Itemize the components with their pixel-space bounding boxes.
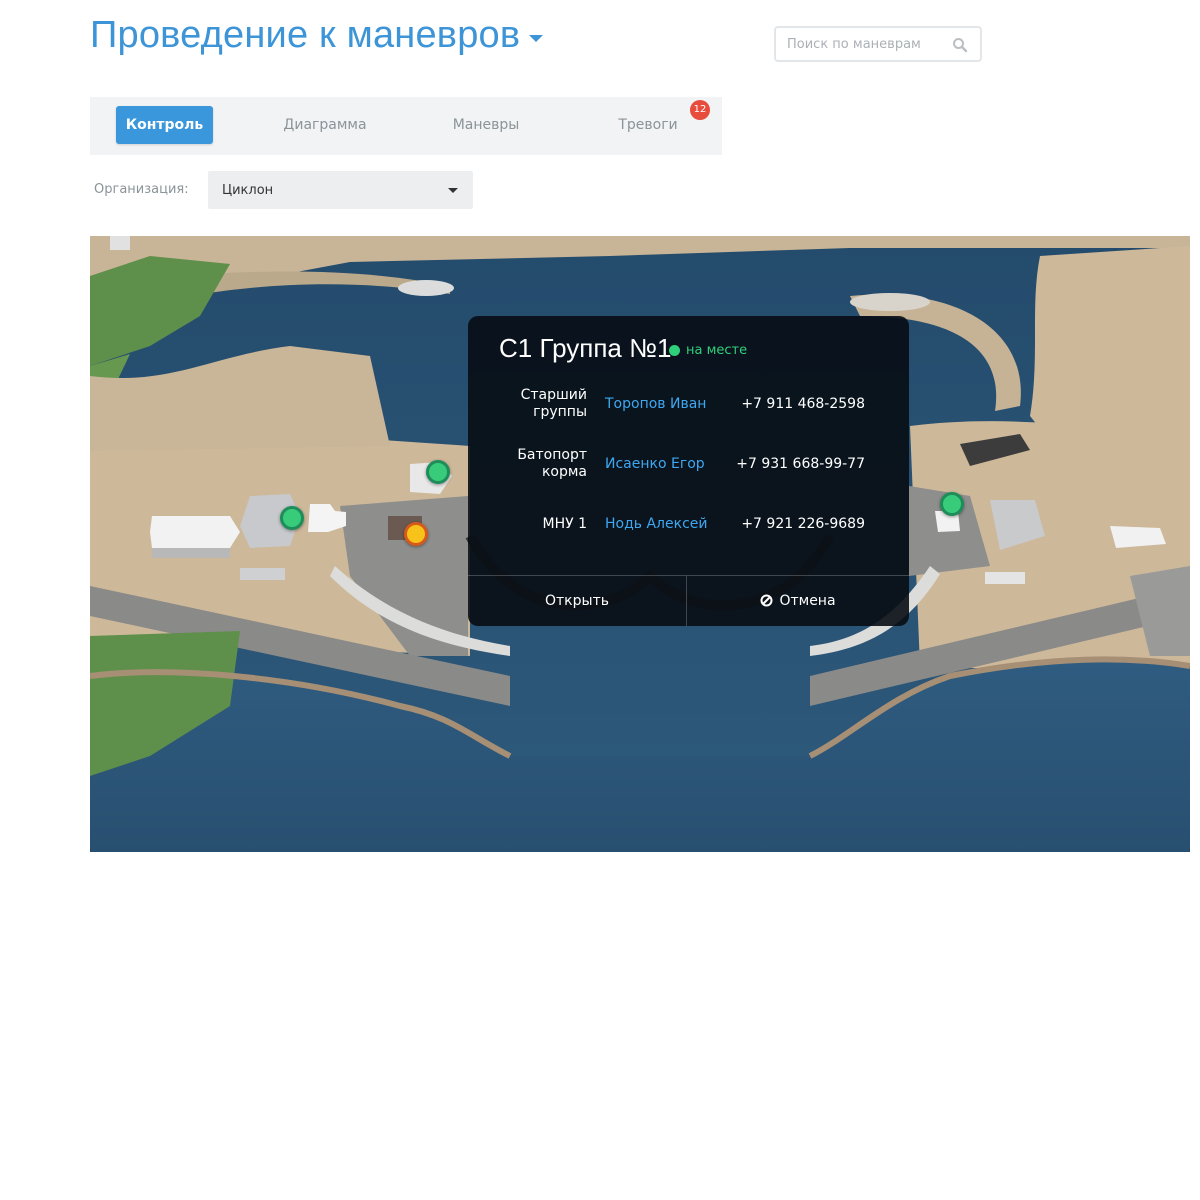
- member-role: Батопорт корма: [517, 447, 587, 480]
- page-title[interactable]: Проведение к маневров: [90, 14, 544, 57]
- map-marker-ok[interactable]: [940, 492, 964, 516]
- organization-label: Организация:: [94, 182, 189, 197]
- member-role: МНУ 1: [542, 516, 588, 532]
- tab-alarms[interactable]: Тревоги: [598, 106, 698, 144]
- group-info-popup: С1 Группа №1 на месте Старший группы Тор…: [468, 316, 909, 626]
- chevron-down-icon[interactable]: [529, 35, 544, 42]
- search-input[interactable]: [785, 35, 949, 53]
- status-dot-icon: [669, 345, 680, 356]
- member-phone: +7 931 668-99-77: [736, 456, 865, 472]
- member-row: Старший группы Торопов Иван +7 911 468-2…: [468, 382, 909, 426]
- map-marker-ok[interactable]: [280, 506, 304, 530]
- open-button[interactable]: Открыть: [468, 576, 686, 626]
- map-view[interactable]: С1 Группа №1 на месте Старший группы Тор…: [90, 236, 1190, 852]
- ban-icon: [760, 594, 773, 607]
- organization-select[interactable]: Циклон: [208, 171, 473, 209]
- map-marker-warning[interactable]: [404, 522, 428, 546]
- chevron-down-icon: [448, 188, 458, 193]
- tab-diagram[interactable]: Диаграмма: [270, 106, 380, 144]
- member-name-link[interactable]: Торопов Иван: [605, 396, 706, 412]
- member-phone: +7 921 226-9689: [741, 516, 865, 532]
- status-indicator: на месте: [669, 343, 747, 358]
- map-marker-ok[interactable]: [426, 460, 450, 484]
- member-phone: +7 911 468-2598: [741, 396, 865, 412]
- search-field[interactable]: [774, 26, 982, 62]
- member-row: МНУ 1 Нодь Алексей +7 921 226-9689: [468, 502, 909, 546]
- member-name-link[interactable]: Нодь Алексей: [605, 516, 707, 532]
- tab-control[interactable]: Контроль: [116, 106, 213, 144]
- status-text: на месте: [686, 343, 748, 358]
- search-icon[interactable]: [952, 37, 968, 53]
- cancel-button[interactable]: Отмена: [687, 576, 909, 626]
- alarms-count-badge: 12: [690, 100, 710, 120]
- member-row: Батопорт корма Исаенко Егор +7 931 668-9…: [468, 442, 909, 486]
- member-role: Старший группы: [520, 387, 587, 420]
- page-title-text: Проведение к маневров: [90, 14, 521, 56]
- organization-select-value: Циклон: [222, 183, 274, 198]
- tab-bar: Контроль Диаграмма Маневры Тревоги 12: [90, 97, 722, 155]
- popup-title: С1 Группа №1: [499, 333, 672, 363]
- tab-maneuvers[interactable]: Маневры: [435, 106, 537, 144]
- member-name-link[interactable]: Исаенко Егор: [605, 456, 705, 472]
- cancel-label: Отмена: [779, 593, 836, 609]
